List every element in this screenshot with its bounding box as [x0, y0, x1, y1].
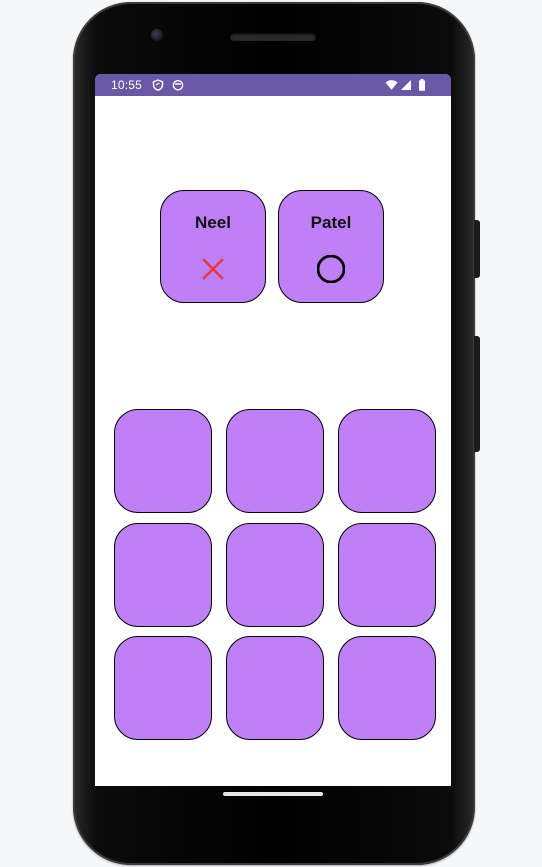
player-name: Patel: [310, 213, 352, 232]
circle-o-icon: [316, 254, 346, 284]
home-gesture-bar[interactable]: [223, 792, 323, 796]
x-mark-icon: [199, 255, 227, 283]
wifi-icon: [385, 79, 398, 91]
app-screen: 10:55 Neel Patel: [95, 74, 451, 786]
signal-icon: [400, 79, 412, 91]
power-button: [474, 220, 480, 278]
phone-device: 10:55 Neel Patel: [73, 2, 480, 865]
status-bar: 10:55: [95, 74, 451, 96]
face-icon: [172, 79, 184, 91]
board-cell-1[interactable]: [114, 409, 212, 513]
board-cell-8[interactable]: [226, 636, 324, 740]
board-cell-3[interactable]: [338, 409, 436, 513]
board-cell-2[interactable]: [226, 409, 324, 513]
board-cell-6[interactable]: [338, 523, 436, 627]
board-cell-5[interactable]: [226, 523, 324, 627]
board-cell-4[interactable]: [114, 523, 212, 627]
status-time: 10:55: [111, 78, 143, 92]
shield-icon: [152, 79, 164, 91]
earpiece-speaker: [230, 33, 316, 41]
player-name: Neel: [195, 213, 231, 232]
player-card-neel: Neel: [160, 190, 266, 303]
board-cell-9[interactable]: [338, 636, 436, 740]
front-camera-icon: [151, 29, 163, 41]
player-card-patel: Patel: [278, 190, 384, 303]
board-cell-7[interactable]: [114, 636, 212, 740]
battery-icon: [418, 79, 426, 91]
volume-button: [474, 336, 480, 452]
